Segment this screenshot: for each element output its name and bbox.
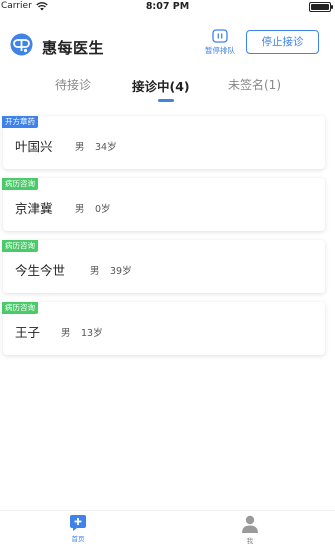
consultation-tabs: 待接诊 接诊中(4) 未签名(1): [0, 72, 335, 104]
tab-in-progress[interactable]: 接诊中(4): [132, 76, 190, 95]
tab-bar-home-label: 首页: [71, 535, 85, 543]
tab-pending[interactable]: 待接诊: [55, 76, 91, 93]
patient-name: 今生今世: [15, 263, 66, 278]
patient-card[interactable]: 开方章药 叶国兴 男 34岁: [2, 116, 325, 169]
patient-age: 34岁: [95, 142, 117, 153]
patient-gender: 男: [61, 328, 71, 339]
patient-age: 13岁: [81, 328, 103, 339]
status-time: 8:07 PM: [145, 1, 190, 12]
order-type-tag: 病历咨询: [2, 240, 38, 252]
battery-icon: [309, 2, 333, 12]
order-type-tag: 病历咨询: [2, 178, 38, 190]
patient-age: 0岁: [95, 204, 111, 215]
home-plus-icon: [70, 515, 86, 531]
battery-level: [311, 4, 329, 10]
pause-queue-button[interactable]: 暂停排队: [201, 29, 239, 61]
tab-bar-me[interactable]: 我: [220, 515, 280, 545]
bottom-tab-bar: 首页 我: [0, 510, 335, 547]
patient-gender: 男: [75, 142, 85, 153]
patient-gender: 男: [90, 266, 100, 277]
doctor-app-logo-icon: [10, 33, 33, 56]
patient-gender: 男: [75, 204, 85, 215]
tab-bar-home[interactable]: 首页: [48, 515, 108, 543]
stop-consultation-button[interactable]: 停止接诊: [246, 30, 319, 54]
app-title: 惠每医生: [42, 39, 105, 57]
patient-card[interactable]: 病历咨询 今生今世 男 39岁: [2, 240, 325, 293]
person-icon: [242, 515, 258, 533]
pause-queue-label: 暂停排队: [205, 46, 235, 55]
tab-unsigned[interactable]: 未签名(1): [228, 76, 281, 93]
patient-card[interactable]: 病历咨询 王子 男 13岁: [2, 302, 325, 355]
app-header: 惠每医生 暂停排队 停止接诊: [0, 26, 335, 66]
patient-name: 叶国兴: [15, 139, 53, 154]
status-bar: Carrier 8:07 PM: [0, 0, 335, 14]
patient-name: 京津冀: [15, 201, 53, 216]
patient-card[interactable]: 病历咨询 京津冀 男 0岁: [2, 178, 325, 231]
order-type-tag: 病历咨询: [2, 302, 38, 314]
patient-name: 王子: [15, 325, 41, 340]
tab-bar-me-label: 我: [246, 537, 254, 545]
order-type-tag: 开方章药: [2, 116, 38, 128]
pause-icon: [212, 29, 228, 43]
patient-age: 39岁: [110, 266, 132, 277]
active-tab-indicator: [158, 99, 174, 102]
